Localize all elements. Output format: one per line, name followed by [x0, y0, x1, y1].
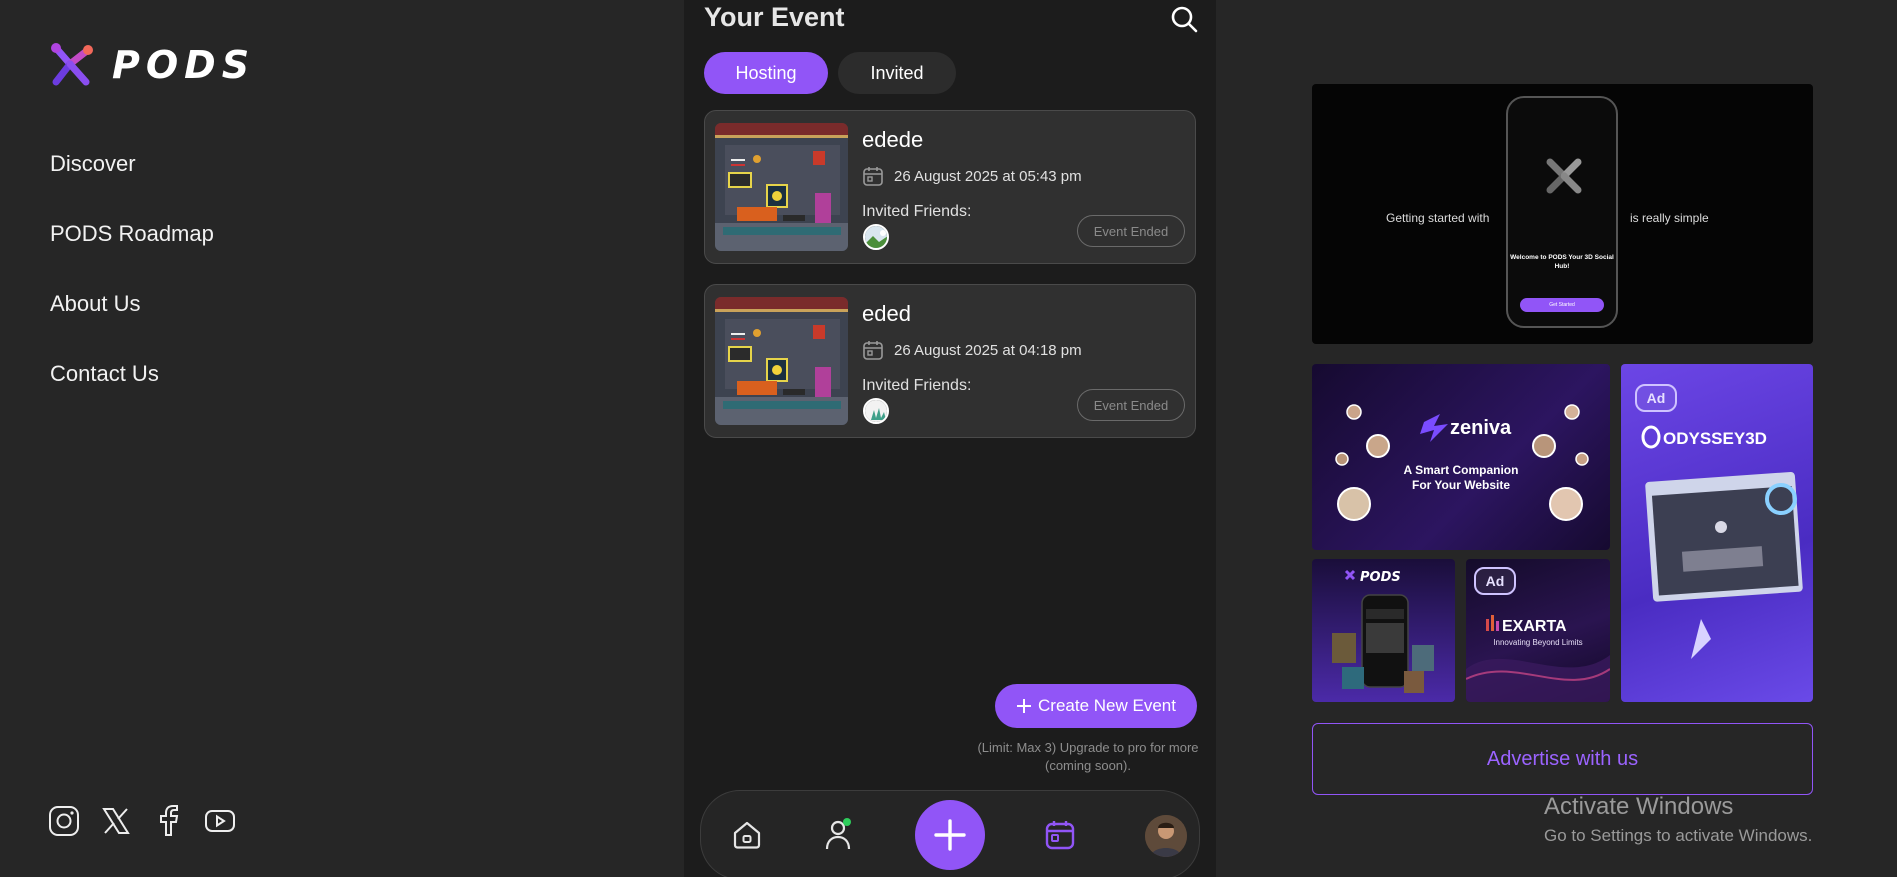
calendar-icon	[863, 341, 883, 360]
promo-left-text: Getting started with	[1386, 211, 1490, 225]
event-status-badge: Event Ended	[1077, 389, 1185, 421]
tab-invited[interactable]: Invited	[838, 52, 956, 94]
instagram-icon[interactable]	[48, 804, 80, 838]
invited-friends-label: Invited Friends:	[862, 377, 972, 394]
x-icon[interactable]	[100, 804, 132, 838]
event-date: 26 August 2025 at 05:43 pm	[894, 167, 1082, 185]
nav-pods-roadmap[interactable]: PODS Roadmap	[50, 220, 214, 290]
getting-started-promo[interactable]: Getting started with is really simple We…	[1312, 84, 1813, 344]
zeniva-ad-graphic: zeniva A Smart Companion For Your Websit…	[1335, 404, 1589, 521]
event-name: edede	[862, 127, 924, 152]
pods-logo[interactable]: PODS	[48, 42, 255, 88]
activate-windows-subtitle: Go to Settings to activate Windows.	[1544, 826, 1813, 845]
calendar-icon[interactable]	[1044, 819, 1076, 851]
event-limit-note: (Limit: Max 3) Upgrade to pro for more (…	[977, 740, 1199, 773]
svg-text:A Smart Companion: A Smart Companion	[1404, 463, 1519, 477]
event-card[interactable]: eded 26 August 2025 at 04:18 pm Invited …	[704, 284, 1196, 438]
phone-get-started: Get Started	[1520, 298, 1604, 312]
nav-contact-us[interactable]: Contact Us	[50, 360, 214, 430]
activate-windows-title: Activate Windows	[1544, 793, 1734, 820]
ad-pods[interactable]: PODS	[1312, 559, 1455, 702]
nav-discover[interactable]: Discover	[50, 150, 214, 220]
svg-text:PODS: PODS	[1360, 570, 1401, 585]
tab-hosting[interactable]: Hosting	[704, 52, 828, 94]
event-date-row: 26 August 2025 at 05:43 pm	[862, 165, 1082, 187]
social-links	[48, 804, 236, 838]
create-event-button[interactable]: Create New Event	[995, 684, 1197, 728]
svg-text:ODYSSEY3D: ODYSSEY3D	[1663, 429, 1767, 448]
friend-avatar[interactable]	[863, 224, 889, 250]
create-event-label: Create New Event	[1038, 696, 1176, 715]
ad-exarta[interactable]: Ad EXARTA Innovating Beyond Limits	[1466, 559, 1610, 702]
plus-icon	[934, 819, 966, 851]
phone-mockup: Welcome to PODS Your 3D Social Hub! Get …	[1506, 96, 1618, 328]
svg-text:For Your Website: For Your Website	[1412, 478, 1510, 492]
search-icon[interactable]	[1169, 4, 1199, 34]
svg-text:EXARTA: EXARTA	[1502, 618, 1567, 635]
friend-avatar[interactable]	[863, 398, 889, 424]
event-thumbnail	[715, 123, 848, 251]
bottom-nav	[700, 790, 1200, 877]
ad-badge: Ad	[1635, 384, 1677, 412]
nav-about-us[interactable]: About Us	[50, 290, 214, 360]
odyssey-ad-graphic: ODYSSEY3D	[1641, 425, 1803, 659]
event-date-row: 26 August 2025 at 04:18 pm	[862, 339, 1082, 361]
event-status-badge: Event Ended	[1077, 215, 1185, 247]
advertise-with-us-button[interactable]: Advertise with us	[1312, 723, 1813, 795]
phone-welcome-text: Welcome to PODS Your 3D Social Hub!	[1510, 254, 1614, 270]
svg-text:Innovating Beyond Limits: Innovating Beyond Limits	[1493, 638, 1582, 647]
event-date: 26 August 2025 at 04:18 pm	[894, 341, 1082, 359]
events-panel: Your Event Hosting Invited edede 26 Augu…	[684, 0, 1216, 877]
avatar[interactable]	[1145, 815, 1187, 857]
profile-icon[interactable]	[823, 817, 855, 851]
plus-icon	[1017, 699, 1032, 713]
pods-ad-graphic: PODS	[1332, 569, 1434, 693]
facebook-icon[interactable]	[152, 804, 184, 838]
sidebar-nav: Discover PODS Roadmap About Us Contact U…	[50, 150, 214, 430]
ad-zeniva[interactable]: zeniva A Smart Companion For Your Websit…	[1312, 364, 1610, 550]
calendar-icon	[863, 167, 883, 186]
add-button[interactable]	[915, 800, 985, 870]
home-icon[interactable]	[731, 819, 763, 851]
logo-wordmark: PODS	[112, 43, 256, 87]
invited-friends-label: Invited Friends:	[862, 203, 972, 220]
event-thumbnail	[715, 297, 848, 425]
page-title: Your Event	[704, 2, 845, 32]
youtube-icon[interactable]	[204, 804, 236, 838]
event-name: eded	[862, 301, 911, 326]
ad-odyssey3d[interactable]: Ad ODYSSEY3D	[1621, 364, 1813, 702]
promo-right-text: is really simple	[1630, 211, 1709, 225]
pods-logo-mark-icon	[1546, 158, 1582, 194]
event-tabs: Hosting Invited	[704, 52, 956, 94]
svg-text:zeniva: zeniva	[1450, 417, 1512, 439]
exarta-ad-graphic: EXARTA Innovating Beyond Limits	[1466, 615, 1610, 702]
pods-logo-mark-icon	[51, 43, 93, 86]
event-card[interactable]: edede 26 August 2025 at 05:43 pm Invited…	[704, 110, 1196, 264]
